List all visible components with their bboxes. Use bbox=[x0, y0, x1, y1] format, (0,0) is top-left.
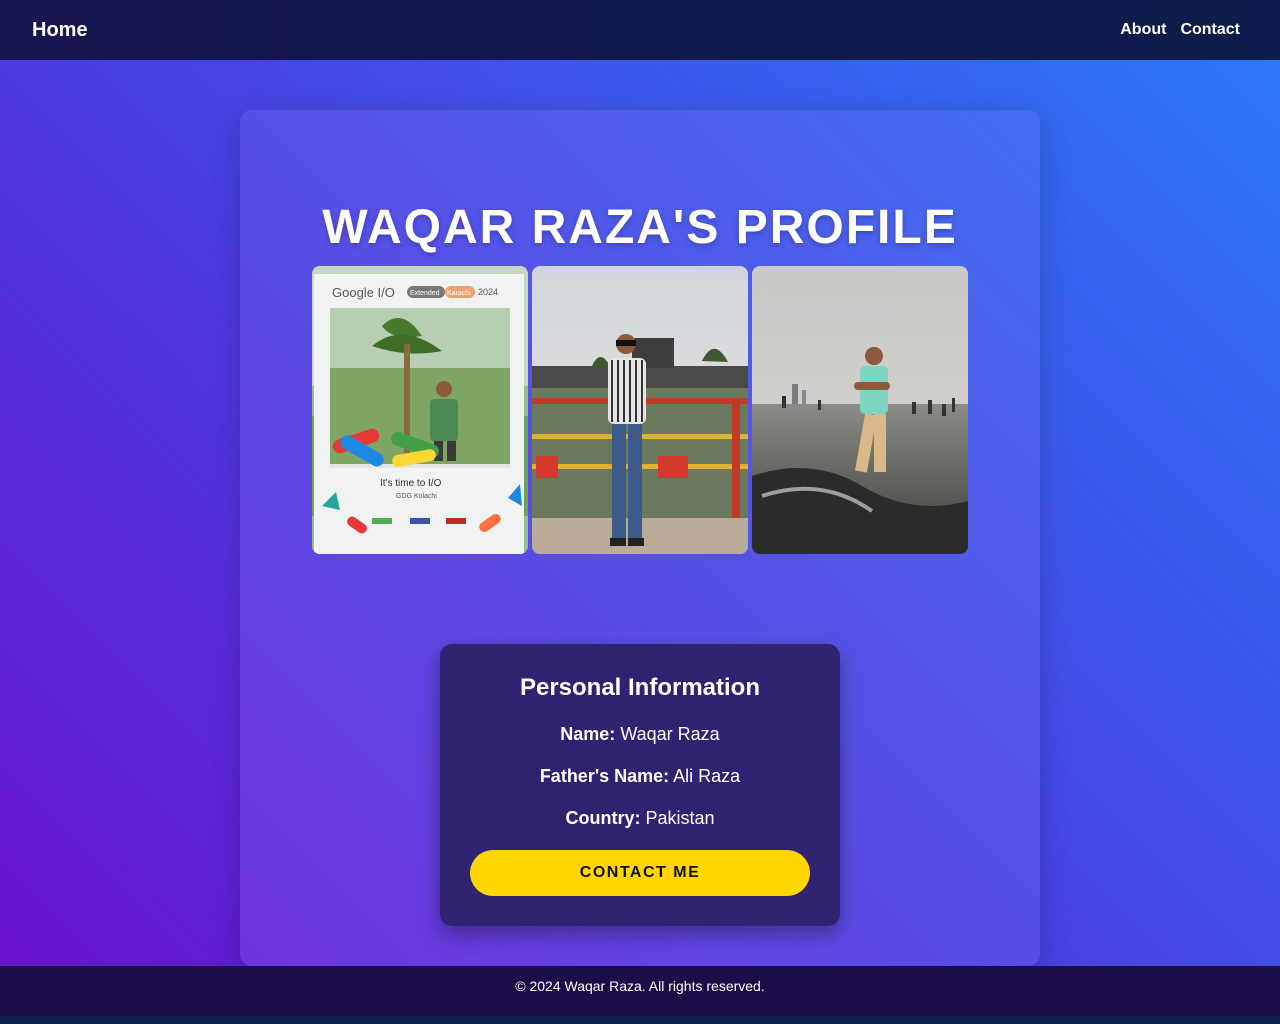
profile-card: WAQAR RAZA'S PROFILE Google I/O Extended… bbox=[240, 110, 1040, 966]
page-title: WAQAR RAZA'S PROFILE bbox=[322, 201, 958, 254]
navbar: Home About Contact bbox=[0, 0, 1280, 60]
info-value-name: Waqar Raza bbox=[620, 724, 720, 744]
photo-gallery: Google I/O Extended Karachi 2024 It's ti… bbox=[312, 266, 968, 554]
personal-info-card: Personal Information Name: Waqar Raza Fa… bbox=[440, 644, 840, 926]
nav-home-link[interactable]: Home bbox=[32, 19, 88, 42]
contact-me-button[interactable]: CONTACT ME bbox=[470, 850, 810, 896]
nav-links: About Contact bbox=[1120, 21, 1240, 39]
profile-photo-2 bbox=[532, 266, 748, 554]
info-label-name: Name: bbox=[560, 724, 616, 744]
info-row-country: Country: Pakistan bbox=[440, 808, 840, 829]
nav-about-link[interactable]: About bbox=[1120, 21, 1166, 39]
info-label-father-name: Father's Name: bbox=[539, 766, 670, 786]
info-value-father-name: Ali Raza bbox=[673, 766, 741, 786]
info-label-country: Country: bbox=[565, 808, 641, 828]
photo-caption-sub: GDG Kolachi bbox=[396, 493, 437, 500]
profile-photo-1: Google I/O Extended Karachi 2024 It's ti… bbox=[312, 266, 528, 554]
info-row-name: Name: Waqar Raza bbox=[440, 724, 840, 745]
photo-caption-top: Google I/O bbox=[332, 285, 395, 300]
photo-caption-year: 2024 bbox=[478, 287, 498, 297]
info-value-country: Pakistan bbox=[645, 808, 715, 828]
photo-caption-badge-extended: Extended bbox=[410, 290, 440, 297]
photo-caption-bottom: It's time to I/O bbox=[380, 478, 442, 489]
photo-caption-badge-karachi: Karachi bbox=[447, 290, 471, 297]
personal-info-heading: Personal Information bbox=[519, 674, 761, 701]
profile-photo-3 bbox=[752, 266, 968, 554]
info-row-father-name: Father's Name: Ali Raza bbox=[440, 766, 840, 787]
bottom-strip bbox=[0, 1016, 1280, 1024]
footer-copyright: © 2024 Waqar Raza. All rights reserved. bbox=[515, 978, 765, 994]
footer: © 2024 Waqar Raza. All rights reserved. bbox=[0, 966, 1280, 1016]
nav-contact-link[interactable]: Contact bbox=[1180, 21, 1240, 39]
